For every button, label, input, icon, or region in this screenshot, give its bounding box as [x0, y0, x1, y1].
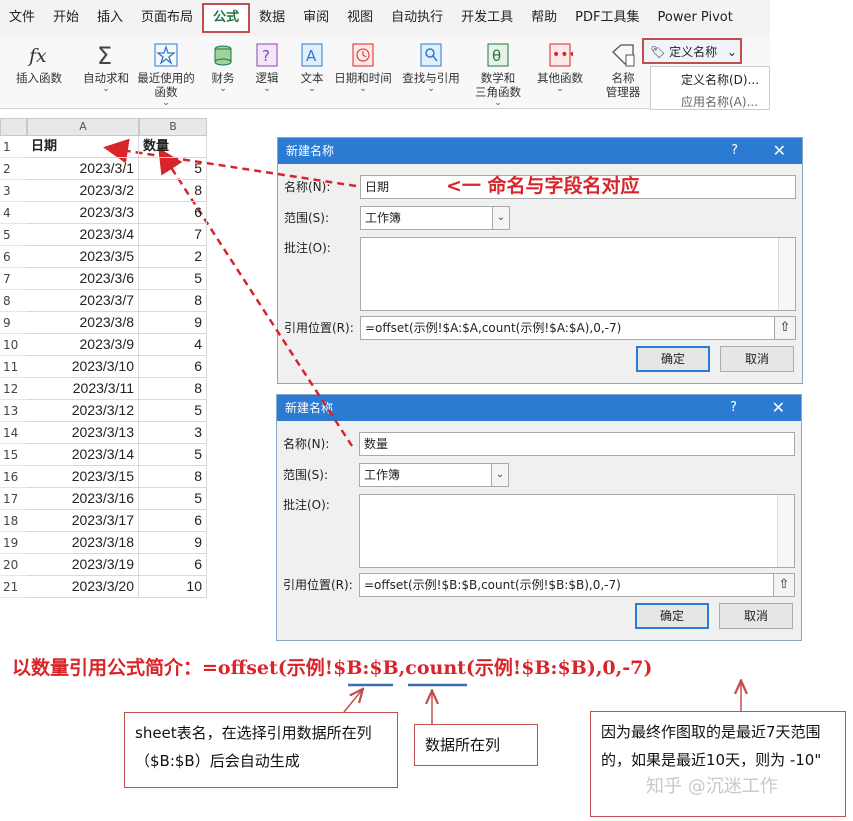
row-header[interactable]: 13 [0, 400, 27, 422]
cell-qty[interactable]: 8 [139, 378, 207, 400]
cell-date[interactable]: 2023/3/18 [27, 532, 139, 554]
cell-date[interactable]: 2023/3/7 [27, 290, 139, 312]
cell-qty[interactable]: 8 [139, 466, 207, 488]
cell-qty[interactable]: 10 [139, 576, 207, 598]
row-header[interactable]: 14 [0, 422, 27, 444]
row-header[interactable]: 1 [0, 136, 27, 158]
cell-date[interactable]: 2023/3/6 [27, 268, 139, 290]
header-cell-date[interactable]: 日期 [27, 136, 139, 158]
cell-date[interactable]: 2023/3/15 [27, 466, 139, 488]
row-header[interactable]: 3 [0, 180, 27, 202]
cell-date[interactable]: 2023/3/8 [27, 312, 139, 334]
row-header[interactable]: 6 [0, 246, 27, 268]
row-header[interactable]: 18 [0, 510, 27, 532]
row-header[interactable]: 20 [0, 554, 27, 576]
cell-date[interactable]: 2023/3/10 [27, 356, 139, 378]
cell-date[interactable]: 2023/3/2 [27, 180, 139, 202]
row-header[interactable]: 11 [0, 356, 27, 378]
row-header[interactable]: 10 [0, 334, 27, 356]
row-header[interactable]: 19 [0, 532, 27, 554]
cell-qty[interactable]: 2 [139, 246, 207, 268]
cell-qty[interactable]: 5 [139, 268, 207, 290]
row-header[interactable]: 5 [0, 224, 27, 246]
row-header[interactable]: 2 [0, 158, 27, 180]
cell-qty[interactable]: 6 [139, 554, 207, 576]
row-header[interactable]: 16 [0, 466, 27, 488]
arrow-callout-sheet [343, 690, 362, 713]
cell-date[interactable]: 2023/3/13 [27, 422, 139, 444]
row-header[interactable]: 17 [0, 488, 27, 510]
header-cell-qty[interactable]: 数量 [139, 136, 207, 158]
row-header[interactable]: 8 [0, 290, 27, 312]
cell-date[interactable]: 2023/3/14 [27, 444, 139, 466]
cell-date[interactable]: 2023/3/5 [27, 246, 139, 268]
cell-qty[interactable]: 6 [139, 202, 207, 224]
cell-date[interactable]: 2023/3/11 [27, 378, 139, 400]
row-header[interactable]: 21 [0, 576, 27, 598]
cell-qty[interactable]: 8 [139, 290, 207, 312]
row-header[interactable]: 15 [0, 444, 27, 466]
cell-qty[interactable]: 4 [139, 334, 207, 356]
row-header[interactable]: 7 [0, 268, 27, 290]
cell-qty[interactable]: 3 [139, 422, 207, 444]
cell-date[interactable]: 2023/3/16 [27, 488, 139, 510]
cell-date[interactable]: 2023/3/1 [27, 158, 139, 180]
row-header[interactable]: 12 [0, 378, 27, 400]
cell-date[interactable]: 2023/3/9 [27, 334, 139, 356]
row-header[interactable]: 4 [0, 202, 27, 224]
cell-date[interactable]: 2023/3/17 [27, 510, 139, 532]
cell-qty[interactable]: 5 [139, 488, 207, 510]
cell-date[interactable]: 2023/3/20 [27, 576, 139, 598]
cell-qty[interactable]: 5 [139, 400, 207, 422]
cell-qty[interactable]: 9 [139, 532, 207, 554]
cell-date[interactable]: 2023/3/4 [27, 224, 139, 246]
cell-date[interactable]: 2023/3/19 [27, 554, 139, 576]
cell-qty[interactable]: 9 [139, 312, 207, 334]
cell-qty[interactable]: 6 [139, 510, 207, 532]
cell-qty[interactable]: 7 [139, 224, 207, 246]
cell-date[interactable]: 2023/3/12 [27, 400, 139, 422]
row-header[interactable]: 9 [0, 312, 27, 334]
cell-qty[interactable]: 6 [139, 356, 207, 378]
cell-qty[interactable]: 8 [139, 180, 207, 202]
cell-date[interactable]: 2023/3/3 [27, 202, 139, 224]
cell-qty[interactable]: 5 [139, 444, 207, 466]
cell-qty[interactable]: 5 [139, 158, 207, 180]
